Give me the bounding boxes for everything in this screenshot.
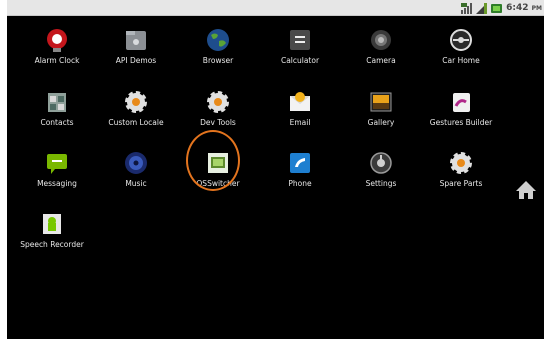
clock-time: 6:42: [506, 3, 529, 13]
app-api-demos[interactable]: API Demos: [91, 27, 181, 73]
app-label: Messaging: [37, 179, 77, 188]
gallery-icon: [368, 89, 394, 115]
app-phone[interactable]: Phone: [255, 150, 345, 196]
app-label: Settings: [365, 179, 397, 188]
speaker-icon: [123, 150, 149, 176]
app-label: Email: [289, 118, 311, 127]
app-label: Phone: [288, 179, 312, 188]
wifi-icon: [461, 2, 473, 14]
email-icon: [287, 89, 313, 115]
app-calculator[interactable]: Calculator: [255, 27, 345, 73]
app-contacts[interactable]: Contacts: [12, 89, 102, 135]
app-messaging[interactable]: Messaging: [12, 150, 102, 196]
android-icon: [39, 211, 65, 237]
app-car-home[interactable]: Car Home: [416, 27, 506, 73]
app-label: Gallery: [367, 118, 395, 127]
settings-icon: [368, 150, 394, 176]
status-bar: 6:42 PM: [7, 0, 544, 16]
app-dev-tools[interactable]: Dev Tools: [173, 89, 263, 135]
app-label: Music: [125, 179, 147, 188]
app-label: API Demos: [115, 56, 157, 65]
gear-icon: [123, 89, 149, 115]
app-email[interactable]: Email: [255, 89, 345, 135]
gear-icon: [448, 150, 474, 176]
status-icons: 6:42 PM: [461, 1, 542, 15]
app-label: Calculator: [280, 56, 320, 65]
app-settings[interactable]: Settings: [336, 150, 426, 196]
app-label: Gestures Builder: [429, 118, 493, 127]
steering-wheel-icon: [448, 27, 474, 53]
calculator-icon: [287, 27, 313, 53]
app-music[interactable]: Music: [91, 150, 181, 196]
gear-icon: [205, 89, 231, 115]
alarm-clock-icon: [44, 27, 70, 53]
app-gallery[interactable]: Gallery: [336, 89, 426, 135]
battery-icon: [491, 2, 503, 14]
folder-icon: [123, 27, 149, 53]
app-label: Car Home: [442, 56, 480, 65]
app-alarm-clock[interactable]: Alarm Clock: [12, 27, 102, 73]
app-camera[interactable]: Camera: [336, 27, 426, 73]
phone-icon: [287, 150, 313, 176]
app-browser[interactable]: Browser: [173, 27, 263, 73]
clock-ampm: PM: [531, 5, 542, 12]
gestures-icon: [448, 89, 474, 115]
app-label: Contacts: [40, 118, 74, 127]
app-speech-recorder[interactable]: Speech Recorder: [7, 211, 97, 257]
app-label: Browser: [202, 56, 234, 65]
home-button[interactable]: [515, 179, 537, 201]
osswitcher-highlight-ring: [186, 130, 240, 191]
app-drawer: Alarm Clock API Demos Browser Calculator…: [7, 16, 544, 339]
app-label: Dev Tools: [200, 118, 236, 127]
signal-icon: [476, 2, 488, 14]
app-label: Custom Locale: [108, 118, 164, 127]
app-custom-locale[interactable]: Custom Locale: [91, 89, 181, 135]
app-label: Alarm Clock: [34, 56, 80, 65]
home-icon: [516, 181, 536, 199]
contacts-icon: [44, 89, 70, 115]
globe-icon: [205, 27, 231, 53]
app-label: Camera: [366, 56, 396, 65]
clock: 6:42 PM: [506, 3, 542, 13]
message-icon: [44, 150, 70, 176]
app-label: Spare Parts: [439, 179, 483, 188]
app-spare-parts[interactable]: Spare Parts: [416, 150, 506, 196]
camera-icon: [368, 27, 394, 53]
app-label: Speech Recorder: [20, 240, 84, 249]
app-gestures-builder[interactable]: Gestures Builder: [416, 89, 506, 135]
